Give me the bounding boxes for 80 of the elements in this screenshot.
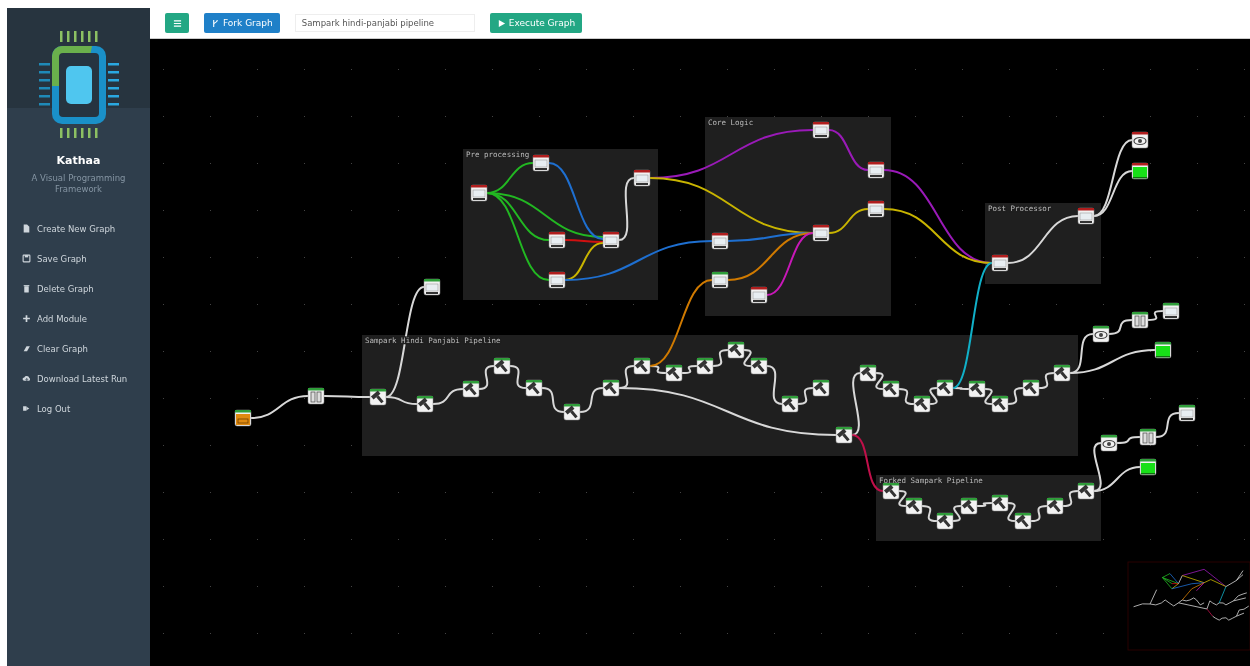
hammer-node[interactable]	[525, 379, 543, 397]
hammer-node[interactable]	[750, 357, 768, 375]
hammer-node[interactable]	[1077, 482, 1095, 500]
monitor-node[interactable]	[470, 184, 488, 202]
hammer-node[interactable]	[991, 494, 1009, 512]
hammer-node[interactable]	[882, 380, 900, 398]
eye-node[interactable]	[1092, 325, 1110, 343]
monitor-node[interactable]	[633, 169, 651, 187]
sign-out-icon	[22, 404, 31, 414]
monitor-node[interactable]	[602, 231, 620, 249]
hammer-node[interactable]	[1022, 379, 1040, 397]
hammer-node[interactable]	[905, 497, 923, 515]
app-tagline: A Visual Programming Framework	[30, 173, 127, 196]
sidebar-menu-item[interactable]: Log Out	[37, 403, 71, 414]
screen-node[interactable]	[1154, 341, 1172, 359]
hammer-node[interactable]	[696, 357, 714, 375]
monitor-node[interactable]	[532, 154, 550, 172]
sidebar-menu-item[interactable]: Delete Graph	[37, 283, 94, 294]
sidebar-menu-item[interactable]: Add Module	[37, 313, 88, 324]
hammer-node[interactable]	[563, 403, 581, 421]
monitor-node[interactable]	[1162, 302, 1180, 320]
app-name: Kathaa	[56, 154, 101, 167]
trash-icon	[22, 284, 31, 294]
hammer-node[interactable]	[913, 395, 931, 413]
monitor-node[interactable]	[548, 231, 566, 249]
hammer-node[interactable]	[416, 395, 434, 413]
hammer-node[interactable]	[493, 357, 511, 375]
hammer-node[interactable]	[633, 357, 651, 375]
hammer-node[interactable]	[462, 380, 480, 398]
monitor-node[interactable]	[548, 271, 566, 289]
hammer-node[interactable]	[1046, 497, 1064, 515]
pause-node[interactable]	[1131, 311, 1149, 329]
plus-icon	[22, 314, 31, 324]
sidebar-menu-item[interactable]: Save Graph	[37, 253, 87, 264]
hammer-node[interactable]	[1014, 512, 1032, 530]
hammer-node[interactable]	[1053, 364, 1071, 382]
hammer-node[interactable]	[960, 497, 978, 515]
screen-node[interactable]	[1139, 458, 1157, 476]
sidebar-menu-item[interactable]: Download Latest Run	[37, 373, 128, 384]
hammer-node[interactable]	[665, 364, 683, 382]
sidebar-menu-item[interactable]: Clear Graph	[37, 343, 88, 354]
hammer-node[interactable]	[781, 395, 799, 413]
cloud-download-icon	[22, 374, 31, 384]
eye-node[interactable]	[1131, 131, 1149, 149]
graph-name-field[interactable]: Sampark hindi-panjabi pipeline	[294, 14, 475, 32]
monitor-node[interactable]	[991, 254, 1009, 272]
monitor-node[interactable]	[711, 271, 729, 289]
document-icon	[22, 224, 31, 234]
menu-icon	[172, 18, 182, 28]
monitor-node[interactable]	[867, 161, 885, 179]
hammer-node[interactable]	[727, 341, 745, 359]
save-icon	[22, 254, 31, 264]
fork-icon	[211, 18, 220, 28]
sidebar-menu-item[interactable]: Create New Graph	[37, 223, 116, 234]
source-node[interactable]	[234, 409, 252, 427]
monitor-node[interactable]	[812, 224, 830, 242]
monitor-node[interactable]	[711, 232, 729, 250]
eraser-icon	[22, 344, 31, 354]
hammer-node[interactable]	[882, 482, 900, 500]
monitor-node[interactable]	[1178, 404, 1196, 422]
monitor-node[interactable]	[812, 121, 830, 139]
hammer-node[interactable]	[859, 364, 877, 382]
screen-node[interactable]	[1131, 162, 1149, 180]
hammer-node[interactable]	[968, 380, 986, 398]
pause-node[interactable]	[307, 387, 325, 405]
monitor-node[interactable]	[1077, 207, 1095, 225]
monitor-node[interactable]	[867, 200, 885, 218]
hammer-node[interactable]	[602, 379, 620, 397]
hammer-node[interactable]	[369, 388, 387, 406]
hammer-node[interactable]	[835, 426, 853, 444]
monitor-node[interactable]	[750, 286, 768, 304]
monitor-node[interactable]	[423, 278, 441, 296]
hammer-node[interactable]	[936, 512, 954, 530]
play-icon	[496, 18, 506, 28]
pause-node[interactable]	[1139, 428, 1157, 446]
hammer-node[interactable]	[936, 379, 954, 397]
eye-node[interactable]	[1100, 434, 1118, 452]
fork-graph-button[interactable]: Fork Graph	[204, 13, 280, 33]
hammer-node[interactable]	[991, 395, 1009, 413]
hammer-node[interactable]	[812, 379, 830, 397]
